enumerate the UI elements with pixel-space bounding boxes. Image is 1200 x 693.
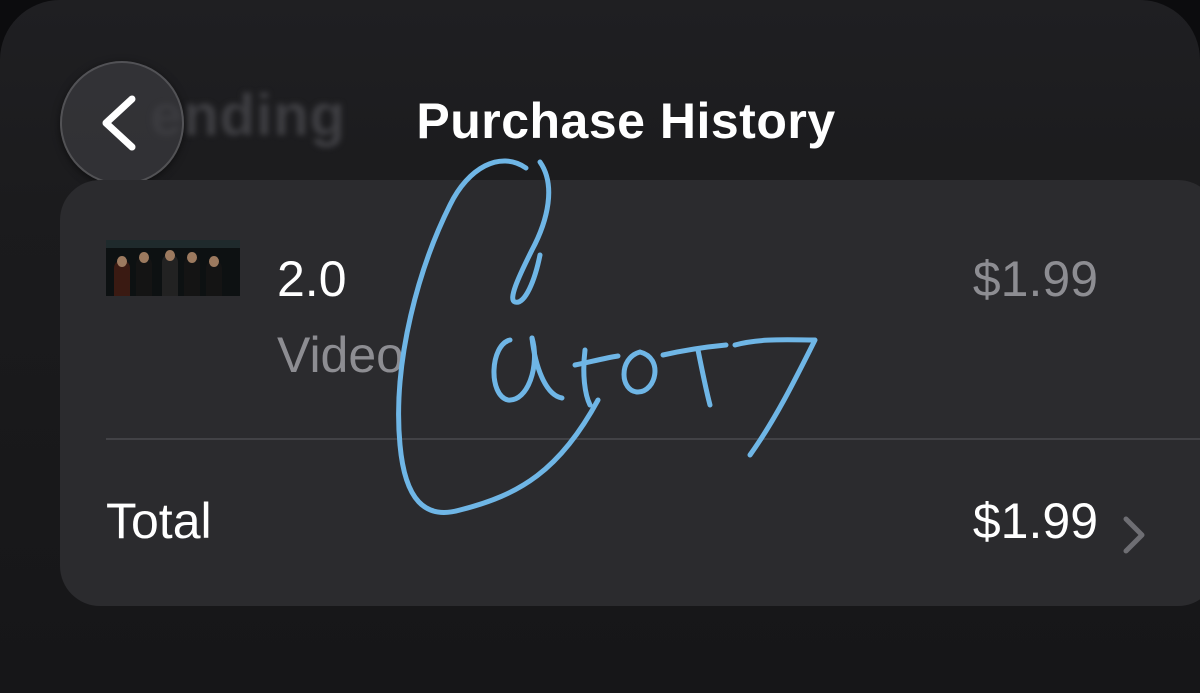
total-row[interactable]: Total $1.99 <box>60 442 1200 606</box>
chevron-right-icon <box>1123 516 1145 554</box>
total-label: Total <box>106 493 212 549</box>
divider <box>106 438 1200 440</box>
screen: ending Purchase History 2.0 Video $1.99 … <box>0 0 1200 693</box>
item-type: Video <box>277 327 404 383</box>
item-title: 2.0 <box>277 251 347 307</box>
page-title: Purchase History <box>416 93 836 149</box>
movie-poster-thumbnail <box>106 240 240 296</box>
back-button[interactable] <box>60 61 184 185</box>
total-value: $1.99 <box>972 493 1098 549</box>
item-price: $1.99 <box>972 251 1098 307</box>
chevron-left-icon <box>102 95 136 151</box>
purchase-card: 2.0 Video $1.99 Total $1.99 <box>60 180 1200 606</box>
